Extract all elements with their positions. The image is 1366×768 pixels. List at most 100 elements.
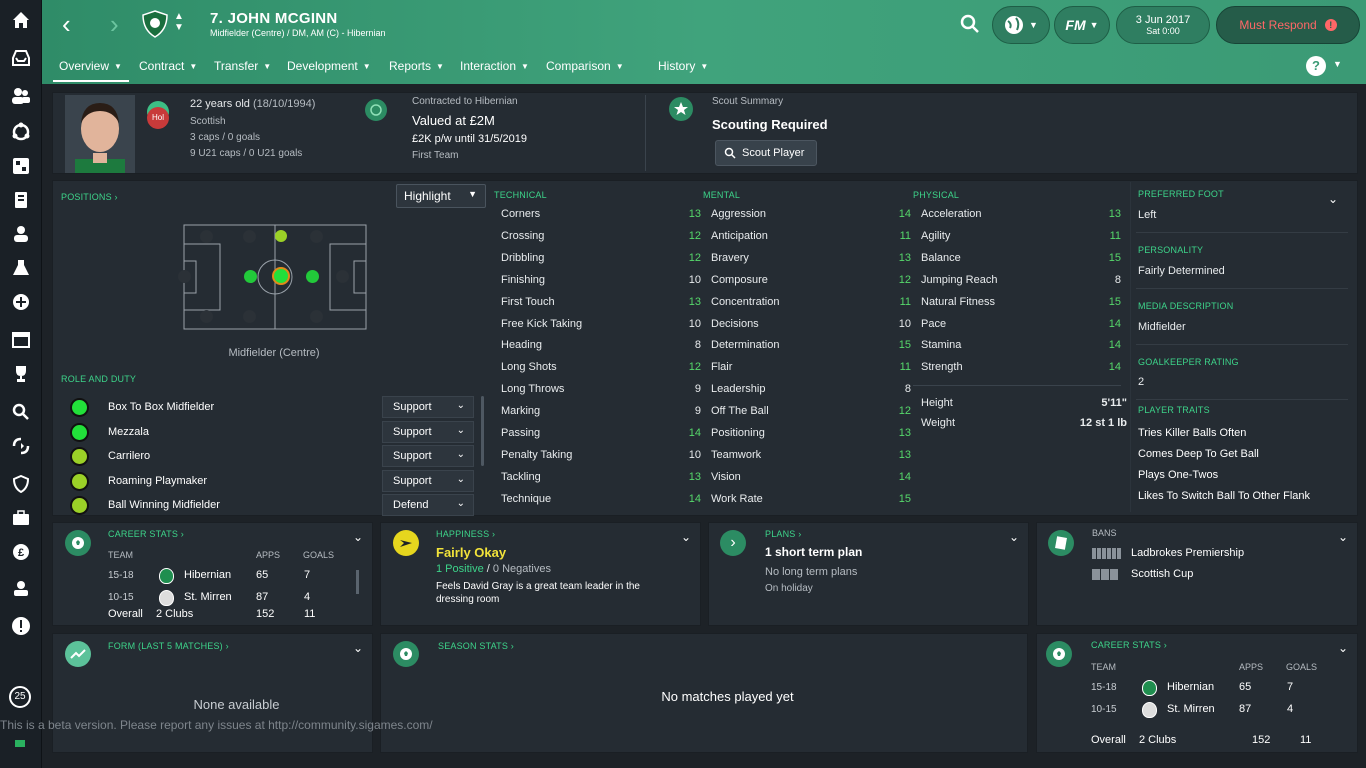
attribute-row[interactable]: Strength 14	[921, 361, 1121, 381]
forward-arrow-icon[interactable]: ›	[110, 11, 119, 37]
tactics-icon[interactable]	[9, 120, 33, 144]
continue-date-button[interactable]: 3 Jun 2017 Sat 0:00	[1116, 6, 1210, 44]
attribute-row[interactable]: Decisions 10	[711, 318, 911, 338]
attribute-row[interactable]: Technique 14	[501, 493, 701, 513]
scrollbar[interactable]	[356, 570, 359, 594]
transfers-icon[interactable]	[9, 434, 33, 458]
attribute-row[interactable]: Bravery 13	[711, 252, 911, 272]
attribute-row[interactable]: Vision 14	[711, 471, 911, 491]
fm-menu-button[interactable]: FM ▼	[1054, 6, 1110, 44]
u20-squad-icon[interactable]	[9, 578, 33, 602]
home-icon[interactable]	[9, 8, 33, 32]
scouting-search-icon[interactable]	[9, 400, 33, 424]
tab-transfer[interactable]: Transfer ▼	[214, 59, 271, 73]
role-row[interactable]: Roaming Playmaker Support ⌄	[60, 469, 480, 494]
attribute-row[interactable]: Teamwork 13	[711, 449, 911, 469]
schedule-icon[interactable]	[9, 188, 33, 212]
attribute-row[interactable]: Determination 15	[711, 339, 911, 359]
chevron-down-icon[interactable]: ⌄	[1328, 192, 1338, 206]
attribute-row[interactable]: Long Throws 9	[501, 383, 701, 403]
happiness-header[interactable]: HAPPINESS ›	[436, 529, 495, 539]
tab-development[interactable]: Development ▼	[287, 59, 371, 73]
inbox-count-badge[interactable]: 25	[9, 686, 31, 708]
inbox-icon[interactable]	[9, 46, 33, 70]
chevron-down-icon[interactable]: ⌄	[353, 530, 363, 544]
attribute-row[interactable]: Acceleration 13	[921, 208, 1121, 228]
attribute-row[interactable]: Free Kick Taking 10	[501, 318, 701, 338]
attribute-row[interactable]: Stamina 14	[921, 339, 1121, 359]
chevron-down-icon[interactable]: ⌄	[1338, 530, 1348, 544]
plans-header[interactable]: PLANS ›	[765, 529, 801, 539]
role-row[interactable]: Carrilero Support ⌄	[60, 445, 480, 469]
tab-interaction[interactable]: Interaction ▼	[460, 59, 529, 73]
attribute-row[interactable]: Anticipation 11	[711, 230, 911, 250]
chevron-down-icon[interactable]: ⌄	[353, 641, 363, 655]
club-name[interactable]: Hibernian	[1167, 681, 1214, 693]
scout-player-button[interactable]: Scout Player	[715, 140, 817, 166]
tab-comparison[interactable]: Comparison ▼	[546, 59, 624, 73]
add-icon[interactable]	[9, 290, 33, 314]
trophy-icon[interactable]	[9, 362, 33, 386]
medical-icon[interactable]	[9, 256, 33, 280]
finances-briefcase-icon[interactable]	[9, 506, 33, 530]
staff-icon[interactable]	[9, 222, 33, 246]
calendar-icon[interactable]	[9, 328, 33, 352]
attribute-row[interactable]: Pace 14	[921, 318, 1121, 338]
career-stats-header[interactable]: CAREER STATS ›	[108, 529, 184, 539]
club-name[interactable]: Hibernian	[184, 569, 231, 581]
season-stats-header[interactable]: SEASON STATS ›	[438, 641, 514, 651]
attribute-row[interactable]: Natural Fitness 15	[921, 296, 1121, 316]
duty-dropdown[interactable]: Support ⌄	[382, 396, 474, 418]
tab-contract[interactable]: Contract ▼	[139, 59, 197, 73]
attribute-row[interactable]: Tackling 13	[501, 471, 701, 491]
duty-dropdown[interactable]: Defend ⌄	[382, 494, 474, 516]
duty-dropdown[interactable]: Support ⌄	[382, 420, 474, 443]
attribute-row[interactable]: Marking 9	[501, 405, 701, 425]
player-switch-chevrons-icon[interactable]: ▲ ▼	[174, 11, 184, 33]
attribute-row[interactable]: Agility 11	[921, 230, 1121, 250]
attribute-row[interactable]: Composure 12	[711, 274, 911, 294]
help-icon[interactable]: ?	[1306, 56, 1326, 76]
roles-scrollbar[interactable]	[481, 396, 484, 466]
career-stats-header-2[interactable]: CAREER STATS ›	[1091, 640, 1167, 650]
duty-dropdown[interactable]: Support ⌄	[382, 445, 474, 467]
chevron-down-icon[interactable]: ⌄	[1338, 641, 1348, 655]
attribute-row[interactable]: Concentration 11	[711, 296, 911, 316]
attribute-row[interactable]: Flair 11	[711, 361, 911, 381]
tab-reports[interactable]: Reports ▼	[389, 59, 444, 73]
positions-header[interactable]: POSITIONS ›	[61, 192, 118, 202]
alert-icon[interactable]	[9, 614, 33, 638]
chevron-down-icon[interactable]: ▼	[1333, 59, 1342, 69]
attribute-row[interactable]: Finishing 10	[501, 274, 701, 294]
attribute-row[interactable]: Leadership 8	[711, 383, 911, 403]
must-respond-button[interactable]: Must Respond !	[1216, 6, 1360, 44]
attribute-row[interactable]: Corners 13	[501, 208, 701, 228]
club-name[interactable]: St. Mirren	[184, 591, 232, 603]
role-row[interactable]: Mezzala Support ⌄	[60, 420, 480, 445]
attribute-row[interactable]: Positioning 13	[711, 427, 911, 447]
attribute-row[interactable]: Passing 14	[501, 427, 701, 447]
chevron-down-icon[interactable]: ⌄	[1009, 530, 1019, 544]
world-menu-button[interactable]: ▼	[992, 6, 1050, 44]
squad-icon[interactable]	[9, 84, 33, 108]
training-icon[interactable]	[9, 154, 33, 178]
attribute-row[interactable]: Balance 15	[921, 252, 1121, 272]
attribute-row[interactable]: Aggression 14	[711, 208, 911, 228]
attribute-row[interactable]: Work Rate 15	[711, 493, 911, 513]
attribute-row[interactable]: First Touch 13	[501, 296, 701, 316]
attribute-row[interactable]: Heading 8	[501, 339, 701, 359]
back-arrow-icon[interactable]: ‹	[62, 11, 71, 37]
highlight-dropdown[interactable]: Highlight ▼	[396, 184, 486, 208]
role-row[interactable]: Ball Winning Midfielder Defend ⌄	[60, 494, 480, 518]
finances-pound-icon[interactable]: £	[9, 540, 33, 564]
attribute-row[interactable]: Jumping Reach 8	[921, 274, 1121, 294]
attribute-row[interactable]: Crossing 12	[501, 230, 701, 250]
attribute-row[interactable]: Off The Ball 12	[711, 405, 911, 425]
attribute-row[interactable]: Dribbling 12	[501, 252, 701, 272]
duty-dropdown[interactable]: Support ⌄	[382, 469, 474, 492]
role-row[interactable]: Box To Box Midfielder Support ⌄	[60, 396, 480, 420]
search-icon[interactable]	[960, 14, 980, 37]
attribute-row[interactable]: Penalty Taking 10	[501, 449, 701, 469]
club-crest-icon[interactable]	[142, 10, 168, 38]
tab-overview-label[interactable]: Overview ▼	[59, 59, 122, 73]
